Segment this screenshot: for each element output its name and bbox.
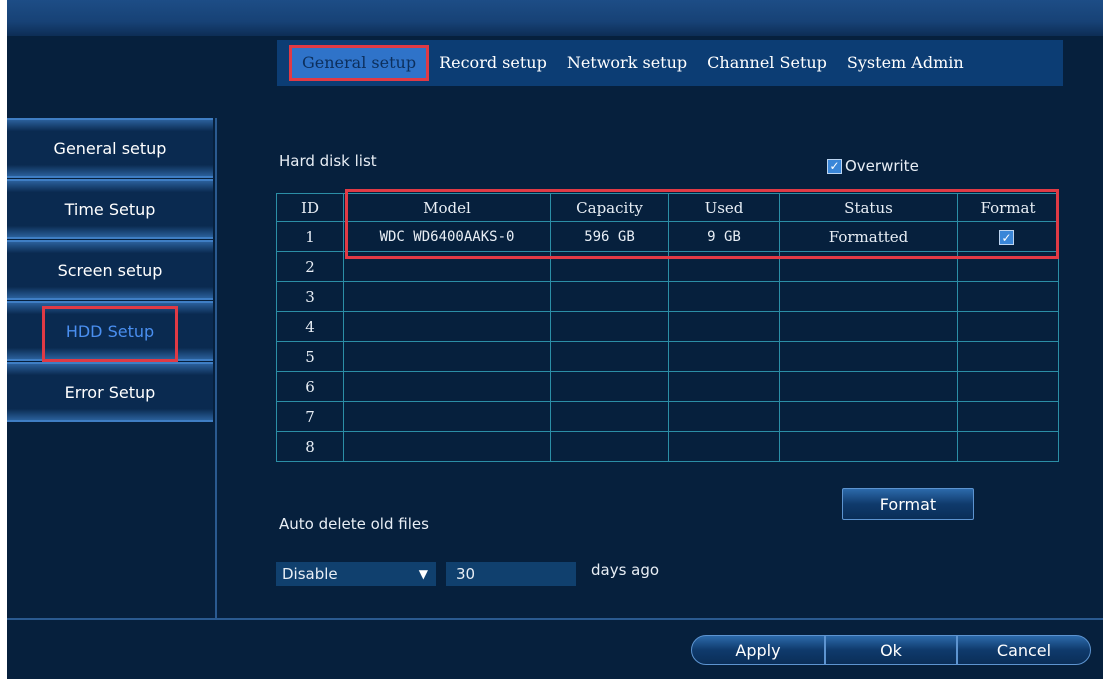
hard-disk-table: ID Model Capacity Used Status Format 1 W… <box>276 193 1059 462</box>
tab-strip: General setup Record setup Network setup… <box>277 40 1063 86</box>
cell-status <box>779 371 958 402</box>
cell-format <box>957 281 1059 312</box>
cell-status: Formatted <box>779 221 958 252</box>
cell-id: 4 <box>276 311 344 342</box>
auto-delete-value: Disable <box>282 565 338 583</box>
hard-disk-list-label: Hard disk list <box>279 152 377 170</box>
format-button[interactable]: Format <box>842 488 974 520</box>
cell-used <box>668 341 780 372</box>
cell-used <box>668 431 780 462</box>
overwrite-label: Overwrite <box>845 157 919 175</box>
cell-id: 2 <box>276 251 344 282</box>
format-checkbox[interactable]: ✓ <box>999 230 1014 245</box>
cell-status <box>779 311 958 342</box>
cell-capacity <box>550 431 669 462</box>
sidebar-item-label: Error Setup <box>64 382 156 402</box>
days-input[interactable] <box>446 562 576 586</box>
cell-capacity <box>550 401 669 432</box>
cell-format <box>957 431 1059 462</box>
cell-format <box>957 341 1059 372</box>
table-row[interactable]: 6 <box>276 371 1059 402</box>
cell-format: ✓ <box>957 221 1059 252</box>
cell-model <box>343 401 551 432</box>
cell-capacity <box>550 311 669 342</box>
cell-model <box>343 251 551 282</box>
cell-capacity <box>550 251 669 282</box>
sidebar-item-label: General setup <box>53 138 167 158</box>
tab-general-setup[interactable]: General setup <box>289 45 430 81</box>
cell-used <box>668 401 780 432</box>
chevron-down-icon: ▼ <box>418 567 428 581</box>
column-header-status: Status <box>779 193 958 222</box>
ok-button[interactable]: Ok <box>825 635 957 665</box>
cell-model <box>343 341 551 372</box>
sidebar-item-screen-setup[interactable]: Screen setup <box>7 240 213 300</box>
cell-used: 9 GB <box>668 221 780 252</box>
column-header-capacity: Capacity <box>550 193 669 222</box>
tab-network-setup[interactable]: Network setup <box>557 45 697 81</box>
cancel-button[interactable]: Cancel <box>957 635 1091 665</box>
column-header-format: Format <box>957 193 1059 222</box>
apply-button[interactable]: Apply <box>691 635 825 665</box>
cell-id: 3 <box>276 281 344 312</box>
cell-id: 5 <box>276 341 344 372</box>
sidebar-item-time-setup[interactable]: Time Setup <box>7 179 213 239</box>
cell-status <box>779 431 958 462</box>
cell-model <box>343 281 551 312</box>
tab-record-setup[interactable]: Record setup <box>429 45 557 81</box>
sidebar-item-hdd-setup[interactable]: HDD Setup <box>7 301 213 361</box>
column-header-id: ID <box>276 193 344 222</box>
check-icon: ✓ <box>827 158 842 174</box>
cell-used <box>668 251 780 282</box>
cell-model <box>343 311 551 342</box>
tab-channel-setup[interactable]: Channel Setup <box>697 45 837 81</box>
table-row[interactable]: 1 WDC WD6400AAKS-0 596 GB 9 GB Formatted… <box>276 221 1059 252</box>
table-row[interactable]: 3 <box>276 281 1059 312</box>
sidebar-item-general-setup[interactable]: General setup <box>7 118 213 178</box>
cell-format <box>957 251 1059 282</box>
table-row[interactable]: 8 <box>276 431 1059 462</box>
table-row[interactable]: 2 <box>276 251 1059 282</box>
cell-capacity <box>550 341 669 372</box>
horizontal-divider <box>7 618 1103 620</box>
cell-format <box>957 371 1059 402</box>
sidebar-item-error-setup[interactable]: Error Setup <box>7 362 213 422</box>
cell-used <box>668 281 780 312</box>
vertical-divider <box>215 118 217 618</box>
cell-model <box>343 431 551 462</box>
cell-id: 8 <box>276 431 344 462</box>
cell-status <box>779 281 958 312</box>
table-row[interactable]: 4 <box>276 311 1059 342</box>
table-row[interactable]: 7 <box>276 401 1059 432</box>
table-row[interactable]: 5 <box>276 341 1059 372</box>
auto-delete-select[interactable]: Disable ▼ <box>276 562 436 586</box>
sidebar-item-label: Screen setup <box>57 260 163 280</box>
cell-id: 7 <box>276 401 344 432</box>
column-header-model: Model <box>343 193 551 222</box>
days-ago-label: days ago <box>591 561 660 579</box>
sidebar-item-label: Time Setup <box>64 199 156 219</box>
dvr-settings-screen: General setup Record setup Network setup… <box>7 0 1103 679</box>
column-header-used: Used <box>668 193 780 222</box>
tab-system-admin[interactable]: System Admin <box>837 45 974 81</box>
cell-model: WDC WD6400AAKS-0 <box>343 221 551 252</box>
cell-format <box>957 401 1059 432</box>
auto-delete-label: Auto delete old files <box>279 515 429 533</box>
cell-status <box>779 251 958 282</box>
table-header-row: ID Model Capacity Used Status Format <box>276 193 1059 222</box>
top-bar <box>7 0 1103 36</box>
cell-status <box>779 401 958 432</box>
cell-status <box>779 341 958 372</box>
cell-format <box>957 311 1059 342</box>
cell-capacity <box>550 371 669 402</box>
cell-id: 1 <box>276 221 344 252</box>
cell-used <box>668 311 780 342</box>
cell-used <box>668 371 780 402</box>
cell-capacity <box>550 281 669 312</box>
cell-model <box>343 371 551 402</box>
cell-id: 6 <box>276 371 344 402</box>
sidebar-item-label: HDD Setup <box>65 321 155 341</box>
cell-capacity: 596 GB <box>550 221 669 252</box>
overwrite-checkbox[interactable]: ✓ Overwrite <box>827 157 919 175</box>
